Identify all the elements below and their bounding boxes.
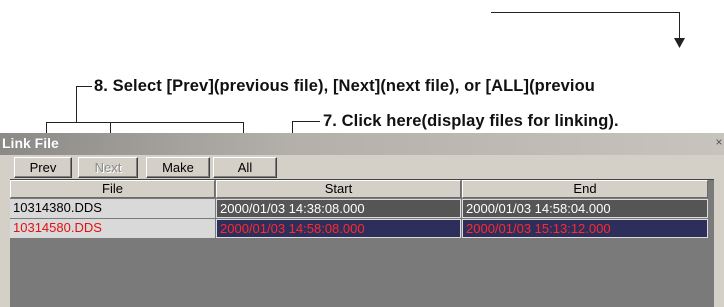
callout8-top [76, 86, 92, 87]
callout-line-top-down [679, 12, 680, 40]
step8-annotation: 8. Select [Prev](previous file), [Next](… [94, 77, 595, 95]
callout7-top [292, 121, 320, 122]
step7-annotation: 7. Click here(display files for linking)… [323, 112, 619, 130]
table-row-1-file[interactable]: 10314380.DDS [10, 199, 215, 218]
link-file-window: Link File × Prev Next Make All File Star… [0, 133, 724, 307]
column-header-start[interactable]: Start [216, 180, 461, 198]
window-title: Link File [2, 135, 59, 151]
column-header-file[interactable]: File [10, 180, 215, 198]
close-icon[interactable]: × [712, 135, 724, 149]
file-table: File Start End 10314380.DDS 2000/01/03 1… [10, 179, 714, 307]
column-header-end[interactable]: End [462, 180, 708, 198]
prev-button[interactable]: Prev [14, 157, 72, 178]
callout8-left [76, 86, 77, 122]
all-button[interactable]: All [213, 157, 277, 178]
table-row-1-start[interactable]: 2000/01/03 14:38:08.000 [216, 199, 461, 218]
table-row-2-end[interactable]: 2000/01/03 15:13:12.000 [462, 219, 708, 238]
next-button[interactable]: Next [78, 157, 138, 178]
table-row-2-file[interactable]: 10314580.DDS [10, 219, 215, 238]
table-row-2-start[interactable]: 2000/01/03 14:58:08.000 [216, 219, 461, 238]
make-button[interactable]: Make [146, 157, 210, 178]
down-arrow-icon [674, 38, 685, 48]
title-bar[interactable]: Link File × [0, 133, 724, 155]
callout-line-top [491, 12, 680, 13]
callout8-bar [46, 122, 244, 123]
table-row-1-end[interactable]: 2000/01/03 14:58:04.000 [462, 199, 708, 218]
